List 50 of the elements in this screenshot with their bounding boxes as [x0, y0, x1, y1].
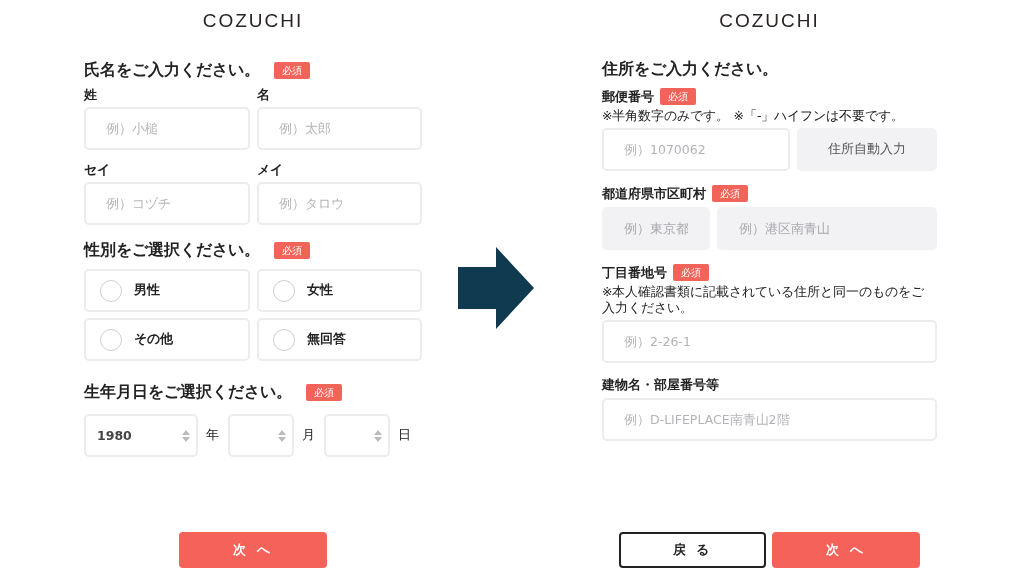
- option-label: 無回答: [306, 331, 346, 348]
- sort-caret-icon: [374, 429, 382, 442]
- autofill-button[interactable]: 住所自動入力: [797, 128, 937, 171]
- field-label: 名: [256, 87, 271, 103]
- input-field[interactable]: 例）1070062: [602, 128, 790, 171]
- required-badge: 必須: [712, 185, 748, 202]
- select-field[interactable]: [324, 414, 390, 457]
- section-heading: 氏名をご入力ください。: [84, 59, 260, 81]
- section-heading: 生年月日をご選択ください。: [84, 381, 292, 403]
- input-field[interactable]: 例）D-LIFEPLACE南青山2階: [602, 398, 937, 441]
- required-badge: 必須: [306, 383, 342, 401]
- right-arrow-icon: [458, 247, 534, 329]
- radio-option[interactable]: 男性: [84, 269, 250, 312]
- input-field[interactable]: 例）コヅチ: [84, 182, 250, 225]
- back-button[interactable]: 戻 る: [619, 532, 766, 568]
- field-note: ※本人確認書類に記載されている住所と同一のものをご入力ください。: [602, 284, 926, 316]
- required-badge: 必須: [274, 61, 310, 79]
- section-heading: 性別をご選択ください。: [84, 239, 260, 261]
- input-field[interactable]: 例）小槌: [84, 107, 250, 150]
- field-label: 姓: [84, 87, 98, 103]
- select-field[interactable]: [228, 414, 294, 457]
- input-field[interactable]: 例）太郎: [256, 107, 422, 150]
- radio-option[interactable]: その他: [84, 318, 250, 361]
- select-field[interactable]: 1980: [84, 414, 198, 457]
- logo: COZUCHI: [719, 10, 820, 32]
- field-note: ※半角数字のみです。 ※「-」ハイフンは不要です。: [602, 108, 906, 124]
- field-label: 建物名・部屋番号等: [602, 377, 719, 393]
- field-label: 都道府県市区町村: [602, 185, 706, 202]
- required-badge: 必須: [660, 88, 696, 105]
- field-label: メイ: [256, 162, 284, 178]
- logo: COZUCHI: [202, 10, 304, 32]
- field-label: セイ: [84, 162, 111, 178]
- input-field[interactable]: 例）タロウ: [256, 182, 422, 225]
- input-field[interactable]: 例）2-26-1: [602, 320, 937, 363]
- required-badge: 必須: [274, 241, 310, 259]
- unit-label: 年: [206, 427, 219, 444]
- unit-label: 日: [398, 427, 411, 444]
- radio-option[interactable]: 無回答: [256, 318, 422, 361]
- required-badge: 必須: [673, 264, 709, 281]
- radio-option[interactable]: 女性: [256, 269, 422, 312]
- field-label: 郵便番号: [602, 88, 654, 105]
- field-label: 丁目番地号: [602, 264, 667, 281]
- select-value: 1980: [97, 428, 132, 443]
- option-label: その他: [134, 331, 173, 348]
- option-label: 女性: [306, 282, 333, 299]
- option-label: 男性: [134, 282, 160, 299]
- sort-caret-icon: [278, 429, 286, 442]
- unit-label: 月: [302, 427, 315, 444]
- sort-caret-icon: [182, 429, 190, 442]
- section-heading: 住所をご入力ください。: [602, 58, 778, 80]
